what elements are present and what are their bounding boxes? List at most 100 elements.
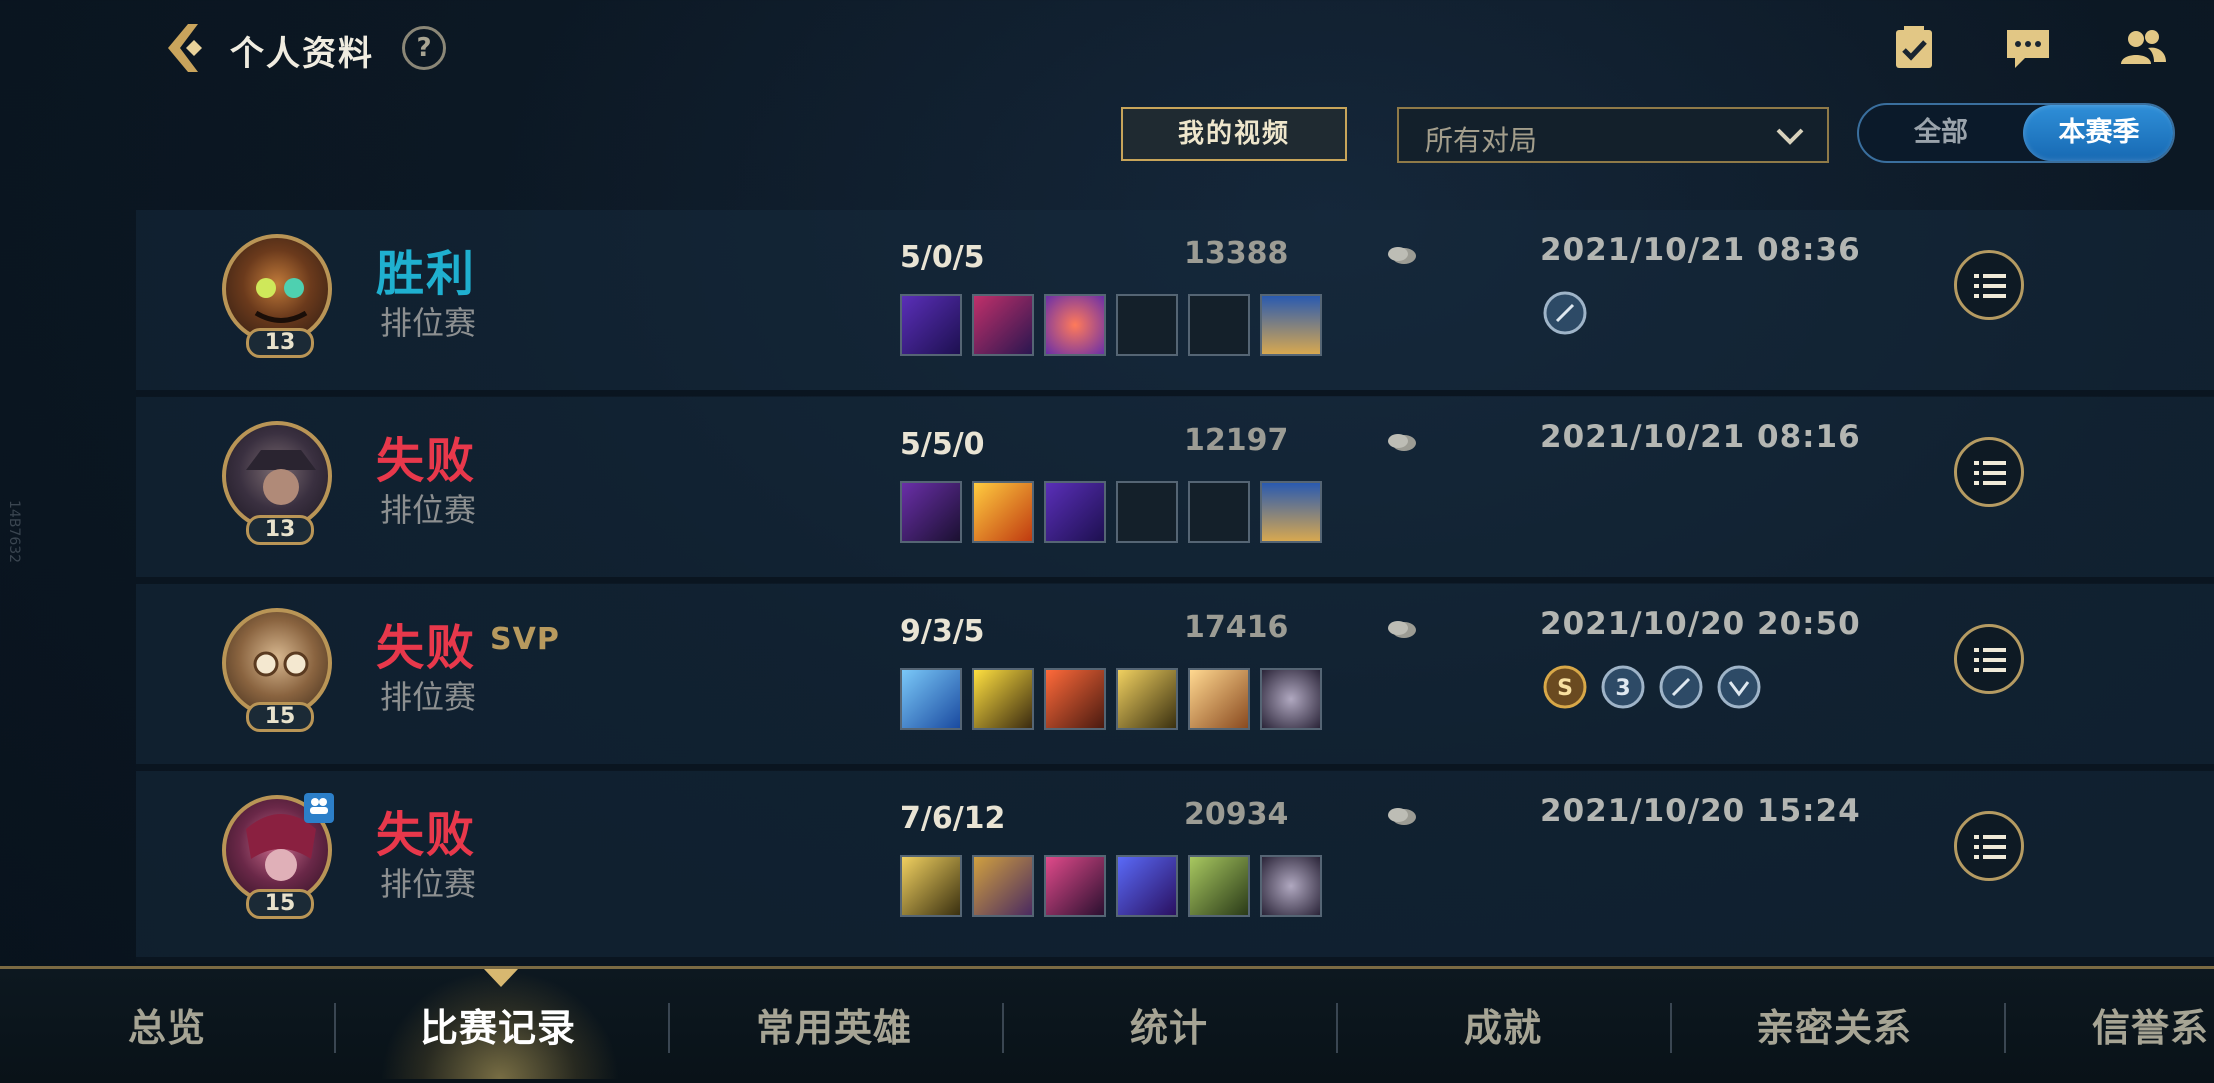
task-clipboard-icon[interactable] [1890,24,1938,72]
item-icon [1116,855,1178,917]
gold-amount: 17416 [1184,610,1289,645]
page-title: 个人资料 [230,34,374,74]
tab-common-champions[interactable]: 常用英雄 [756,997,912,1052]
game-mode: 排位赛 [380,678,477,716]
list-icon [1974,835,2006,859]
triple-kill-badge-icon: 3 [1598,662,1648,712]
tab-credit-system[interactable]: 信誉系 [2092,997,2214,1052]
match-row[interactable]: 13 胜利 排位赛 5/0/5 13388 2021/10/21 08:36 [136,210,2214,396]
match-date: 2021/10/21 08:16 [1540,419,1861,455]
tab-divider [1670,1003,1672,1053]
tab-divider [668,1003,670,1053]
shield-badge-icon [1717,665,1761,709]
gold-amount: 13388 [1184,236,1289,271]
match-details-button[interactable] [1954,811,2024,881]
kda: 5/0/5 [900,240,985,275]
item-icon [900,294,962,356]
match-result: 失败 [376,433,477,489]
item-icon [972,668,1034,730]
chevron-down-icon [1776,128,1804,145]
item-icon [1188,855,1250,917]
stopwatch-item-icon [1260,481,1322,543]
match-date: 2021/10/20 20:50 [1540,606,1861,642]
gold-amount: 12197 [1184,423,1289,458]
back-arrow-icon [168,24,202,72]
s-rank-badge-icon: S [1540,662,1590,712]
match-row[interactable]: 15 失败 SVP 排位赛 9/3/5 17416 2021/10/20 20:… [136,584,2214,770]
empty-item-slot [1188,481,1250,543]
item-icon [1044,481,1106,543]
item-icon [972,294,1034,356]
gold-amount: 20934 [1184,797,1289,832]
item-icon [1116,668,1178,730]
item-icon [1044,294,1106,356]
percent-badge-icon [1659,665,1703,709]
gold-coin-icon [1388,247,1416,264]
friends-icon[interactable] [2118,24,2166,72]
svp-label: SVP [490,622,560,657]
svg-text:S: S [1557,676,1573,701]
match-result: 胜利 [376,246,477,302]
tab-divider [2004,1003,2006,1053]
item-icon [972,855,1034,917]
tab-overview[interactable]: 总览 [128,997,206,1052]
tab-achievements[interactable]: 成就 [1464,997,1542,1052]
match-date: 2021/10/21 08:36 [1540,232,1861,268]
match-filter-select[interactable]: 所有对局 [1397,107,1829,163]
tab-relationships[interactable]: 亲密关系 [1756,997,1912,1052]
toggle-all[interactable]: 全部 [1859,105,2023,161]
list-icon [1974,648,2006,672]
item-icon [1188,668,1250,730]
active-tab-caret-icon [484,969,518,987]
match-details-button[interactable] [1954,437,2024,507]
version-label: 14B7632 [6,500,22,564]
match-result: 失败 [376,807,477,863]
tab-divider [334,1003,336,1053]
percent-badge-icon [1543,291,1587,335]
item-icon [900,481,962,543]
match-result: 失败 [376,620,477,676]
item-icon [1044,855,1106,917]
item-icon [900,855,962,917]
champion-level: 13 [246,328,314,358]
match-date: 2021/10/20 15:24 [1540,793,1861,829]
toggle-current-season[interactable]: 本赛季 [2023,105,2173,161]
ward-item-icon [1260,855,1322,917]
item-icon [900,668,962,730]
tab-divider [1336,1003,1338,1053]
tab-statistics[interactable]: 统计 [1130,997,1208,1052]
match-row[interactable]: 13 失败 排位赛 5/5/0 12197 2021/10/21 08:16 [136,397,2214,583]
gold-coin-icon [1388,621,1416,638]
match-row[interactable]: 15 失败 排位赛 7/6/12 20934 2021/10/20 15:24 [136,771,2214,963]
match-details-button[interactable] [1954,250,2024,320]
game-mode: 排位赛 [380,491,477,529]
empty-item-slot [1188,294,1250,356]
empty-item-slot [1116,294,1178,356]
help-icon[interactable]: ? [402,26,446,70]
champion-level: 13 [246,515,314,545]
chat-icon[interactable] [2003,24,2051,72]
game-mode: 排位赛 [380,304,477,342]
empty-item-slot [1116,481,1178,543]
champion-level: 15 [246,702,314,732]
back-button[interactable] [158,20,214,76]
match-filter-value: 所有对局 [1425,124,1538,157]
list-icon [1974,461,2006,485]
kda: 5/5/0 [900,427,985,462]
match-details-button[interactable] [1954,624,2024,694]
kda: 9/3/5 [900,614,985,649]
season-toggle[interactable]: 全部 本赛季 [1857,103,2175,163]
my-videos-button[interactable]: 我的视频 [1121,107,1347,161]
gold-coin-icon [1388,808,1416,825]
kda: 7/6/12 [900,801,1006,836]
item-icon [1044,668,1106,730]
stopwatch-item-icon [1260,294,1322,356]
champion-level: 15 [246,889,314,919]
tab-match-history[interactable]: 比赛记录 [420,997,576,1052]
item-icon [972,481,1034,543]
svg-text:3: 3 [1615,676,1630,701]
game-mode: 排位赛 [380,865,477,903]
list-icon [1974,274,2006,298]
gold-coin-icon [1388,434,1416,451]
ward-item-icon [1260,668,1322,730]
